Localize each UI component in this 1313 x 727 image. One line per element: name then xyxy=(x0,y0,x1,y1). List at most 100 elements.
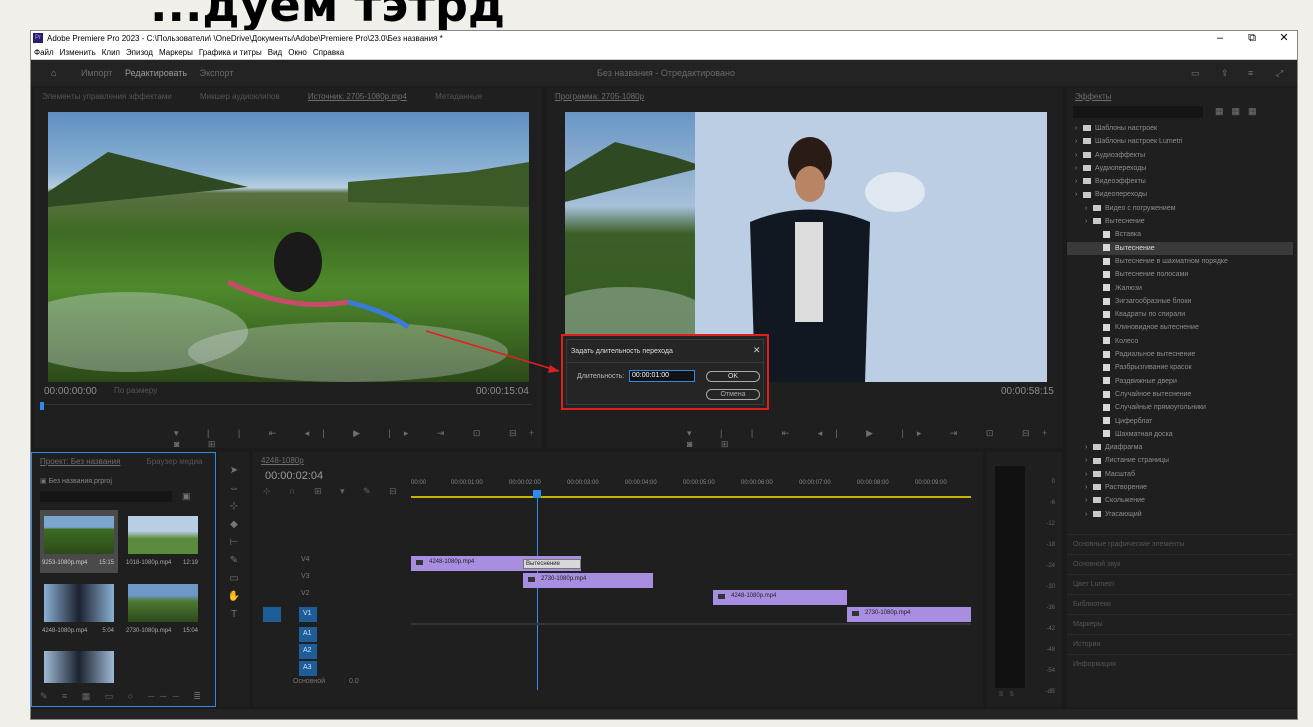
effects-folder-item[interactable]: › Угасающий xyxy=(1067,508,1293,521)
effects-folder-item[interactable]: › Растворение xyxy=(1067,481,1293,494)
effects-item-label: Аудиопереходы xyxy=(1095,164,1147,172)
transition-icon xyxy=(1103,417,1110,425)
timeline-playhead-line xyxy=(537,494,538,690)
track-header-a2[interactable]: A2 xyxy=(253,644,408,660)
track-header-v4[interactable]: V4 xyxy=(253,556,408,572)
folder-icon xyxy=(1083,178,1091,185)
panel-markers[interactable]: Маркеры xyxy=(1067,614,1293,634)
effects-transition-item[interactable]: Колесо xyxy=(1067,335,1293,348)
ruler-tick: 00:00:08:00 xyxy=(857,480,889,486)
panel-essential-graphics[interactable]: Основные графические элементы xyxy=(1067,534,1293,554)
clip-thumbnail xyxy=(44,516,114,554)
track-header-v1[interactable]: V1 xyxy=(253,607,408,623)
work-area-bar[interactable] xyxy=(411,496,971,498)
effects-transition-item[interactable]: Вытеснение полосами xyxy=(1067,268,1293,281)
effects-transition-item[interactable]: Случайные прямоугольники xyxy=(1067,401,1293,414)
effects-folder-item[interactable]: › Видеопереходы xyxy=(1067,188,1293,201)
meter-solo-buttons[interactable]: S S xyxy=(999,692,1014,698)
effects-folder-item[interactable]: › Вытеснение xyxy=(1067,215,1293,228)
panel-essential-sound[interactable]: Основной звук xyxy=(1067,554,1293,574)
folder-icon xyxy=(1093,470,1101,477)
project-item-selected[interactable]: 9253-1080p.mp4 15:15 xyxy=(40,510,118,573)
transition-icon xyxy=(1103,257,1110,265)
av-divider xyxy=(411,623,971,625)
effects-folder-item[interactable]: › Скольжение xyxy=(1067,494,1293,507)
collapsed-panels: Основные графические элементы Основной з… xyxy=(1067,534,1293,674)
effects-transition-item[interactable]: Радиальное вытеснение xyxy=(1067,348,1293,361)
clip-v3-2730[interactable]: 2730-1080p.mp4 xyxy=(523,573,653,588)
clip-v1-2730[interactable]: 2730-1080p.mp4 xyxy=(847,607,971,622)
effects-folder-item[interactable]: › Аудиопереходы xyxy=(1067,162,1293,175)
premiere-window: Pr Adobe Premiere Pro 2023 - C:\Пользова… xyxy=(30,30,1298,720)
project-item[interactable] xyxy=(40,645,118,685)
effects-item-label: Видеоэффекты xyxy=(1095,178,1146,186)
timeline-timecode[interactable]: 00:00:02:04 xyxy=(265,470,323,482)
tab-sequence[interactable]: 4248-1080p xyxy=(261,456,304,465)
tools-panel: ➤ ⇔ ⊹ ◆ ⊢ ✎ ▭ ✋ T xyxy=(219,452,249,707)
effects-transition-item[interactable]: Клиновидное вытеснение xyxy=(1067,321,1293,334)
chevron-right-icon: › xyxy=(1085,484,1088,492)
tool-icons[interactable]: ➤ ⇔ ⊹ ◆ ⊢ ✎ ▭ ✋ T xyxy=(227,462,241,624)
effects-transition-item[interactable]: Квадраты по спирали xyxy=(1067,308,1293,321)
effects-transition-item[interactable]: Вытеснение xyxy=(1067,241,1293,255)
folder-icon xyxy=(1093,218,1101,225)
new-bin-icon[interactable]: ▣ xyxy=(182,491,191,502)
effects-folder-item[interactable]: › Диафрагма xyxy=(1067,441,1293,454)
source-patch-v1[interactable] xyxy=(263,607,281,622)
effects-transition-item[interactable]: Вытеснение в шахматном порядке xyxy=(1067,255,1293,268)
panel-libraries[interactable]: Библиотеки xyxy=(1067,594,1293,614)
ruler-tick: 00:00:01:00 xyxy=(451,480,483,486)
track-header-v3[interactable]: V3 xyxy=(253,573,408,589)
effects-transition-item[interactable]: Жалюзи xyxy=(1067,282,1293,295)
tab-media-browser[interactable]: Браузер медиа xyxy=(146,457,202,466)
effects-transition-item[interactable]: Случайное вытеснение xyxy=(1067,388,1293,401)
transition-vytesnenie[interactable]: Вытеснение xyxy=(523,559,581,569)
transition-icon xyxy=(1103,310,1110,318)
effects-transition-item[interactable]: Вставка xyxy=(1067,228,1293,241)
chevron-right-icon: › xyxy=(1085,457,1088,465)
folder-icon xyxy=(1083,151,1091,158)
effects-item-label: Диафрагма xyxy=(1105,444,1143,452)
effects-folder-item[interactable]: › Шаблоны настроек xyxy=(1067,122,1293,135)
effects-folder-item[interactable]: › Аудиоэффекты xyxy=(1067,149,1293,162)
effects-search-input[interactable] xyxy=(1073,106,1203,118)
project-bottom-toolbar[interactable]: ✎ ≡ ▦ ▭ ○ ─── ≣ xyxy=(40,691,207,702)
effects-item-label: Шаблоны настроек Lumetri xyxy=(1095,138,1183,146)
effects-folder-item[interactable]: › Шаблоны настроек Lumetri xyxy=(1067,135,1293,148)
tab-effects[interactable]: Эффекты xyxy=(1075,92,1111,101)
folder-icon xyxy=(1083,125,1091,132)
effects-item-label: Квадраты по спирали xyxy=(1115,311,1186,319)
chevron-right-icon: › xyxy=(1085,218,1088,226)
tab-project[interactable]: Проект: Без названия xyxy=(40,457,120,466)
effects-folder-item[interactable]: › Масштаб xyxy=(1067,468,1293,481)
effects-folder-item[interactable]: › Листание страницы xyxy=(1067,454,1293,467)
clip-v2-4248[interactable]: 4248-1080p.mp4 xyxy=(713,590,847,605)
project-item[interactable]: 4248-1080p.mp4 5:04 xyxy=(40,578,118,641)
project-search-input[interactable] xyxy=(40,491,172,502)
effects-transition-item[interactable]: Зигзагообразные блоки xyxy=(1067,295,1293,308)
effects-folder-item[interactable]: › Видео с погружением xyxy=(1067,202,1293,215)
panel-lumetri-color[interactable]: Цвет Lumetri xyxy=(1067,574,1293,594)
transition-icon xyxy=(1103,231,1110,239)
track-header-a1[interactable]: A1 xyxy=(253,627,408,643)
track-header-a3[interactable]: A3 xyxy=(253,661,408,677)
transition-icon xyxy=(1103,244,1110,252)
effects-transition-item[interactable]: Циферблат xyxy=(1067,415,1293,428)
effects-folder-item[interactable]: › Видеоэффекты xyxy=(1067,175,1293,188)
effects-transition-item[interactable]: Шахматная доска xyxy=(1067,428,1293,441)
project-item[interactable]: 1018-1080p.mp4 12:19 xyxy=(124,510,202,573)
ruler-tick: 00:00:07:00 xyxy=(799,480,831,486)
effects-item-label: Случайные прямоугольники xyxy=(1115,404,1206,412)
effects-filter-icons[interactable]: ▦▦▦ xyxy=(1215,106,1265,117)
timeline-ruler[interactable]: 00:00 00:00:01:00 00:00:02:00 00:00:03:0… xyxy=(411,480,971,494)
clip-thumbnail xyxy=(128,584,198,622)
effects-item-label: Жалюзи xyxy=(1115,284,1142,292)
panel-history[interactable]: История xyxy=(1067,634,1293,654)
track-header-v2[interactable]: V2 xyxy=(253,590,408,606)
timeline-toolbar[interactable]: ⊹ ∩ ⊞ ▾ ✎ ⊟ xyxy=(263,486,405,497)
panel-info[interactable]: Информация xyxy=(1067,654,1293,674)
effects-item-label: Клиновидное вытеснение xyxy=(1115,324,1199,332)
project-item[interactable]: 2730-1080p.mp4 15:04 xyxy=(124,578,202,641)
effects-transition-item[interactable]: Разбрызгивание красок xyxy=(1067,361,1293,374)
effects-transition-item[interactable]: Раздвижные двери xyxy=(1067,375,1293,388)
